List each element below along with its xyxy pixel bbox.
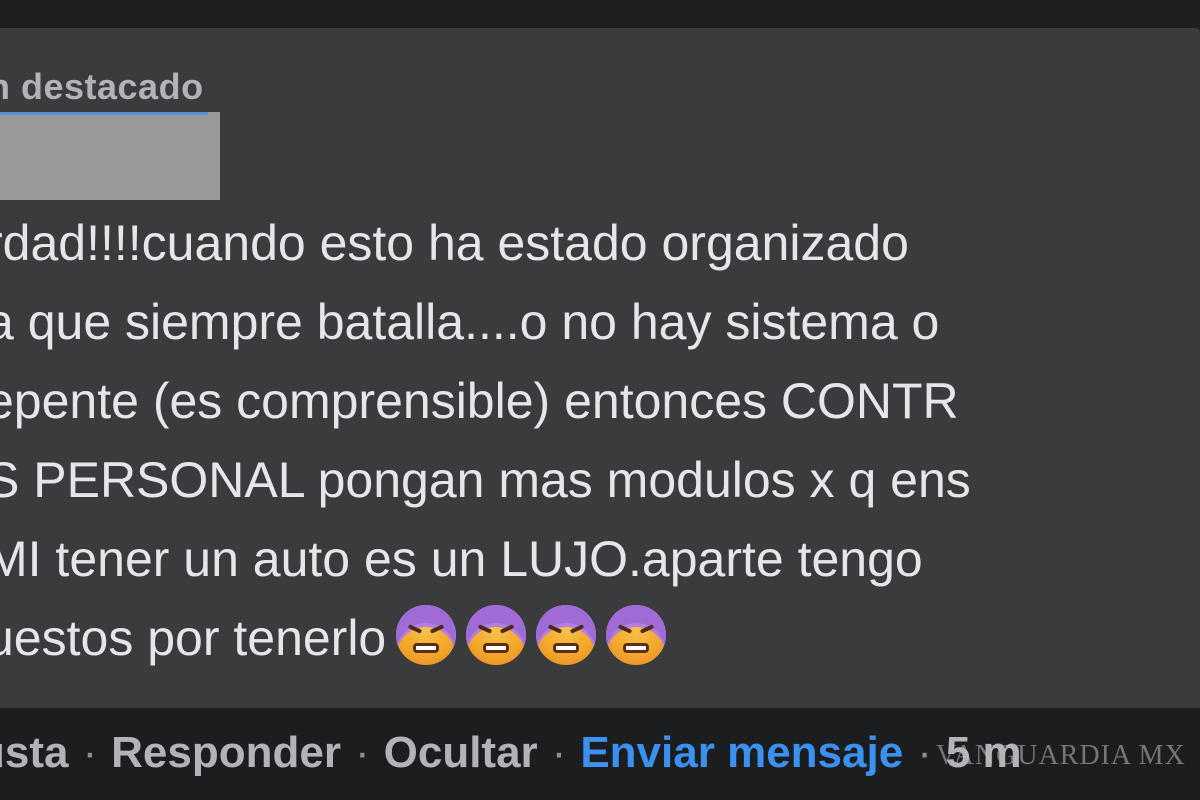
top-fan-badge: n destacado	[0, 66, 204, 107]
dizzy-face-emoji-icon	[536, 605, 597, 665]
dizzy-face-emoji-icon	[606, 605, 667, 665]
redacted-author-name	[0, 112, 220, 200]
dizzy-face-emoji-icon	[396, 605, 457, 665]
comment-actions: usta·Responder·Ocultar·Enviar mensaje·5 …	[0, 728, 1022, 778]
comment-line-4: S PERSONAL pongan mas modulos x q ens	[0, 452, 971, 508]
comment-text: rdad!!!!cuando esto ha estado organizado…	[0, 204, 1200, 678]
comment-line-6-text: uestos por tenerlo	[0, 610, 387, 666]
separator: ·	[551, 728, 567, 777]
like-link[interactable]: usta	[0, 728, 68, 777]
comment-line-6: uestos por tenerlo	[0, 599, 1200, 678]
top-strip	[0, 0, 1200, 28]
comment-line-2: a que siempre batalla....o no hay sistem…	[0, 294, 940, 350]
comment-line-5: MI tener un auto es un LUJO.aparte tengo	[0, 531, 923, 587]
send-message-link[interactable]: Enviar mensaje	[580, 728, 903, 777]
separator: ·	[917, 728, 932, 777]
separator: ·	[82, 728, 98, 777]
comment-line-1: rdad!!!!cuando esto ha estado organizado	[0, 215, 909, 271]
redacted-name-edge	[0, 112, 208, 115]
comment-screenshot: n destacado rdad!!!!cuando esto ha estad…	[0, 0, 1200, 800]
comment-line-3: epente (es comprensible) entonces CONTR	[0, 373, 959, 429]
hide-link[interactable]: Ocultar	[384, 728, 538, 777]
watermark-logo: VANGUARDIA MX	[936, 740, 1186, 771]
separator: ·	[354, 728, 370, 777]
reply-link[interactable]: Responder	[111, 728, 341, 777]
dizzy-face-emoji-icon	[466, 605, 527, 665]
